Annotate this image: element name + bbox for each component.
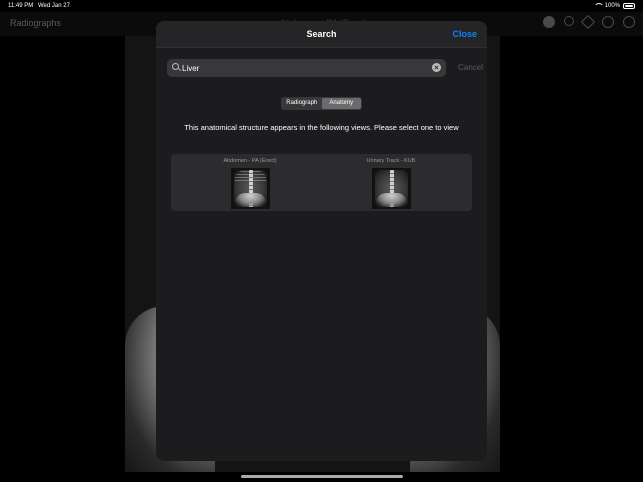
segment-radiograph[interactable]: Radiograph [282,98,322,109]
xray-thumbnail [231,168,270,209]
status-bar: 11:49 PM Wed Jan 27 100% [0,0,643,12]
layers-icon[interactable] [580,14,596,30]
download-icon[interactable] [543,16,555,28]
views-panel: Abdomen - PA (Erect) Urinary Track - KUB [171,154,472,211]
search-modal: Search Close Cancel Radiograph Anatomy T… [156,21,487,461]
wifi-icon [593,3,604,9]
home-indicator[interactable] [241,475,403,478]
search-field[interactable] [167,59,446,77]
view-card-urinary-track-kub[interactable]: Urinary Track - KUB [336,158,446,209]
modal-title: Search [306,29,337,39]
search-icon [172,63,179,70]
cancel-button[interactable]: Cancel [458,63,483,72]
search-mode-segmented-control: Radiograph Anatomy [281,97,362,110]
xray-pelvis [376,193,407,207]
search-icon[interactable] [564,16,574,26]
nav-back-title[interactable]: Radiographs [10,18,61,28]
status-indicators: 100% [593,3,635,9]
nav-toolbar [543,14,635,30]
battery-percent: 100% [604,3,620,9]
clear-search-icon[interactable] [432,63,441,72]
view-label: Urinary Track - KUB [366,158,416,164]
battery-icon [623,3,635,9]
play-icon[interactable] [623,16,635,28]
view-card-abdomen-pa-erect[interactable]: Abdomen - PA (Erect) [195,158,305,209]
xray-pelvis [235,193,266,207]
segment-anatomy[interactable]: Anatomy [321,98,361,109]
search-row: Cancel [167,59,483,77]
status-date: Wed Jan 27 [38,3,70,9]
info-icon[interactable] [602,16,614,28]
search-input[interactable] [182,61,422,75]
modal-header: Search Close [156,21,487,48]
instruction-text: This anatomical structure appears in the… [184,123,459,132]
view-label: Abdomen - PA (Erect) [223,158,277,164]
status-time: 11:49 PM [8,3,34,9]
close-button[interactable]: Close [452,29,477,39]
xray-thumbnail [372,168,411,209]
